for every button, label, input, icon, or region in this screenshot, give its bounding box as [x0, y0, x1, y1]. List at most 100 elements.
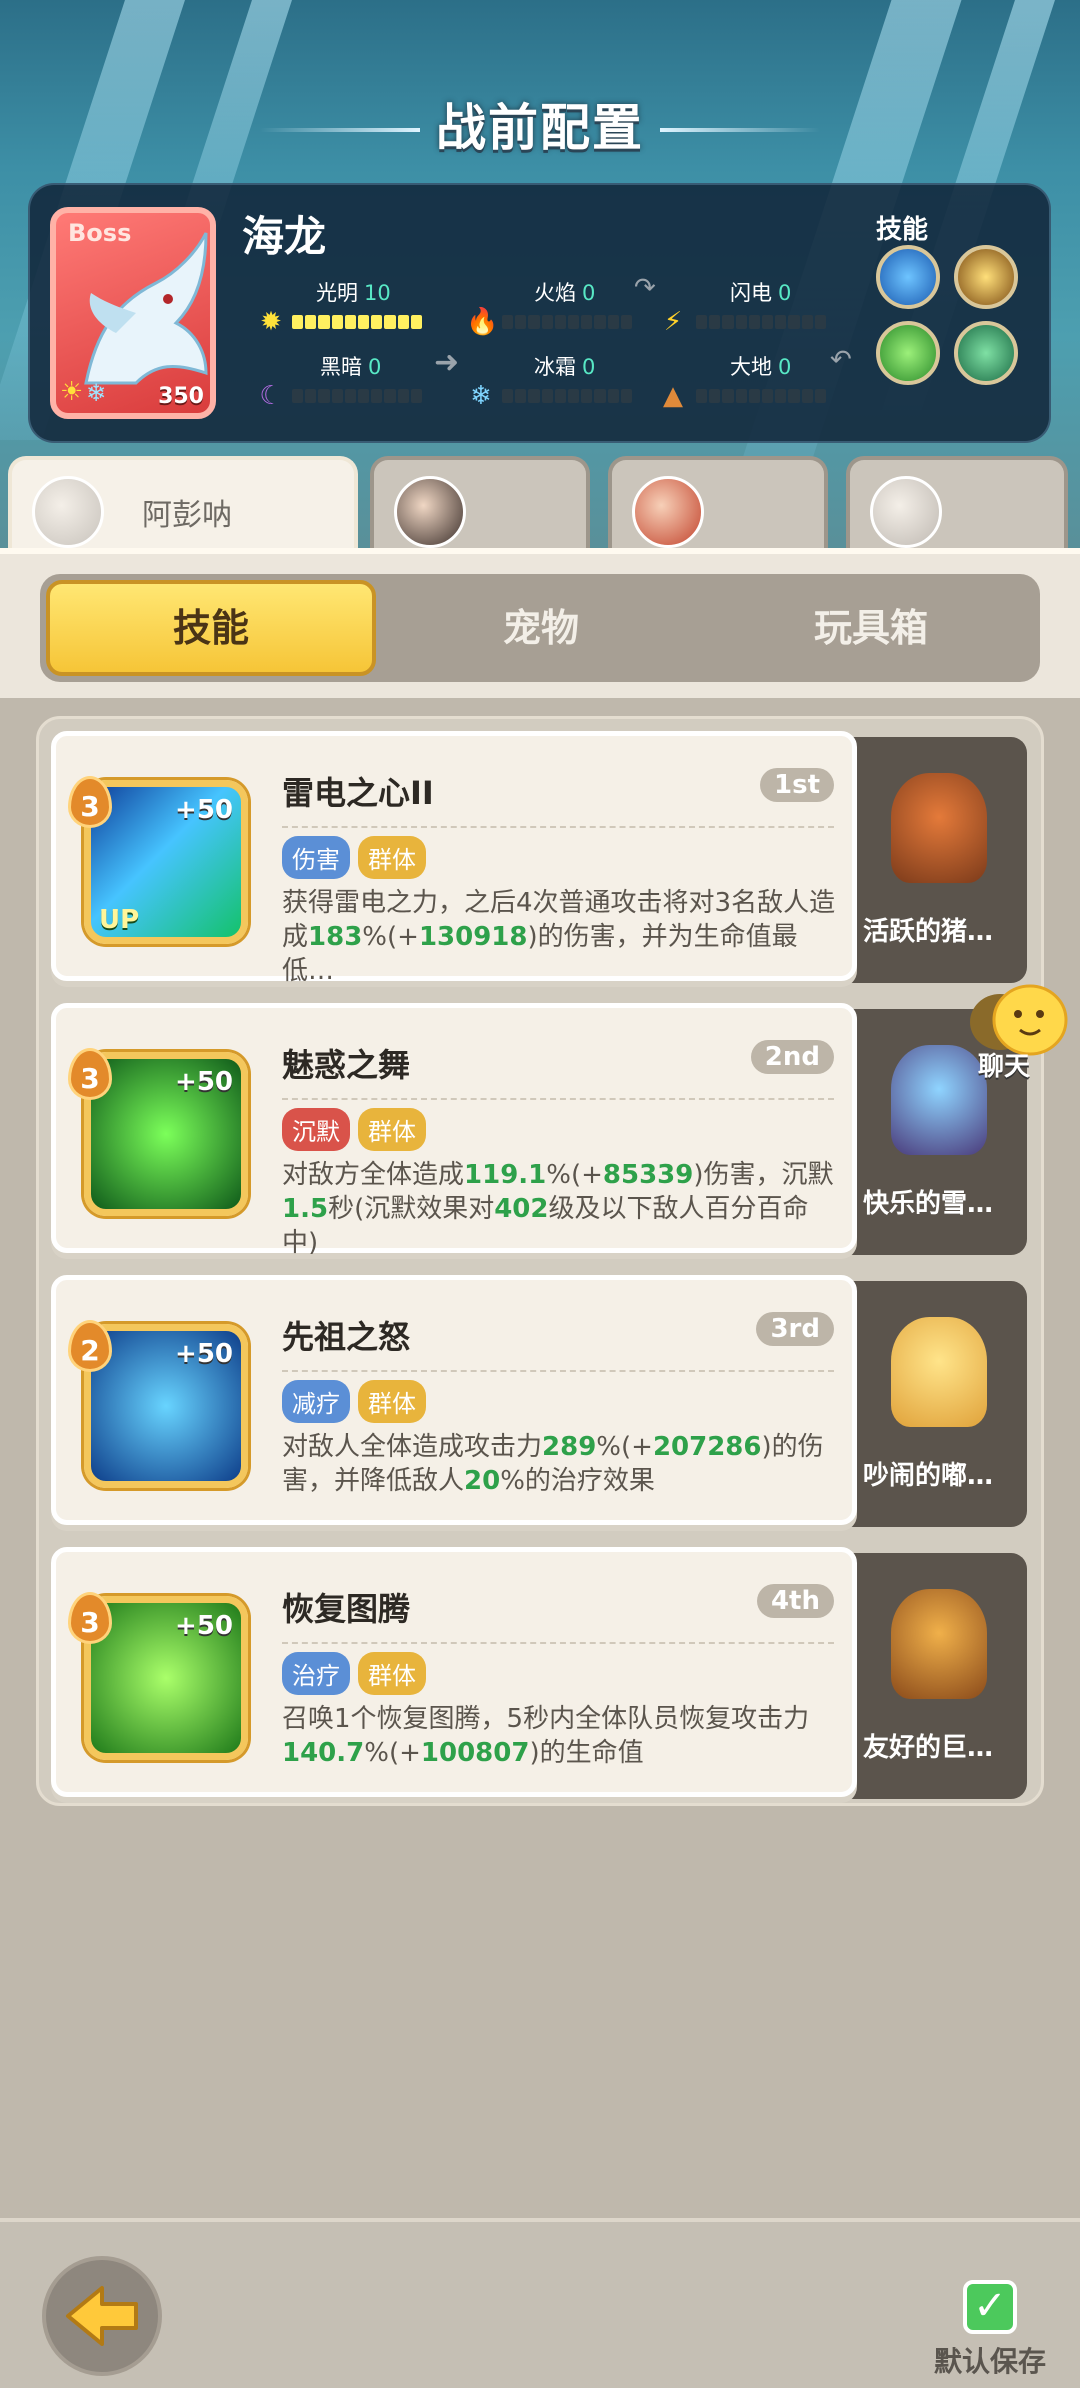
pet-boar-image [891, 773, 987, 883]
hero-tab-3[interactable] [608, 456, 828, 552]
pet-name: 活跃的猪… [863, 917, 994, 947]
chat-label: 聊天 [978, 1052, 1031, 1082]
divider [282, 826, 834, 828]
attr-earth: 大地 0 [730, 355, 792, 379]
tab-pets[interactable]: 宠物 [376, 580, 706, 676]
attr-frost: 冰霜 0 [534, 355, 596, 379]
skill-bonus: +50 [175, 795, 233, 825]
hero-avatar [632, 476, 704, 548]
tab-skills[interactable]: 技能 [46, 580, 376, 676]
skill-tag: 群体 [358, 836, 426, 879]
checkbox-checked-icon: ✓ [963, 2280, 1017, 2334]
skill-rank: 2nd [750, 1040, 834, 1074]
boss-skill-cloud-icon[interactable] [954, 321, 1018, 385]
default-save-toggle[interactable]: ✓ 默认保存 [934, 2280, 1046, 2380]
skill-tags: 治疗 群体 [282, 1652, 426, 1695]
default-save-label: 默认保存 [934, 2345, 1047, 2378]
skill-rank: 3rd [756, 1312, 834, 1346]
back-button[interactable] [42, 2256, 162, 2376]
boss-info-panel: Boss ☀ ❄ 350 海龙 光明 10 ✹ 火焰 0 🔥 闪电 0 ⚡ 黑暗 0 ☾… [28, 183, 1051, 443]
fire-progress-bar [500, 313, 634, 331]
bottom-bar: ✓ 默认保存 [0, 2218, 1080, 2388]
pet-name: 友好的巨… [863, 1733, 994, 1763]
dark-progress-bar [290, 387, 424, 405]
skill-description: 召唤1个恢复图腾，5秒内全体队员恢复攻击力140.7%(+100807)的生命值 [282, 1704, 810, 1768]
tab-toybox[interactable]: 玩具箱 [706, 580, 1036, 676]
attr-lightning: 闪电 0 [730, 281, 792, 305]
skill-title: 先祖之怒 [282, 1318, 411, 1356]
pet-slot[interactable]: 吵闹的嘟… [851, 1281, 1027, 1527]
light-progress-bar [290, 313, 424, 331]
pet-slot[interactable]: 活跃的猪… [851, 737, 1027, 983]
hero-tabs: 阿彭呐 [0, 456, 1080, 552]
boss-skill-heal-icon[interactable] [876, 321, 940, 385]
skill-tag: 群体 [358, 1652, 426, 1695]
hero-tab-4[interactable] [846, 456, 1068, 552]
skill-tag: 减疗 [282, 1380, 350, 1423]
skill-row[interactable]: 活跃的猪… +50 UP 3 雷电之心II 1st 伤害 群体 获得雷电之力，之… [51, 731, 1041, 983]
skill-rank: 4th [756, 1584, 834, 1618]
cycle-arrow-icon: ↷ [634, 273, 656, 303]
skill-tag: 群体 [358, 1380, 426, 1423]
hero-tab-2[interactable] [370, 456, 590, 552]
skill-row[interactable]: 友好的巨… +50 3 恢复图腾 4th 治疗 群体 召唤1个恢复图腾，5秒内全… [51, 1547, 1041, 1799]
skill-row[interactable]: 快乐的雪… +50 3 魅惑之舞 2nd 沉默 群体 对敌方全体造成119.1%… [51, 1003, 1041, 1255]
skill-row[interactable]: 吵闹的嘟… +50 2 先祖之怒 3rd 减疗 群体 对敌人全体造成攻击力289… [51, 1275, 1041, 1527]
skill-tags: 减疗 群体 [282, 1380, 426, 1423]
skill-tag: 治疗 [282, 1652, 350, 1695]
pet-name: 快乐的雪… [863, 1189, 994, 1219]
skill-card: +50 UP 3 雷电之心II 1st 伤害 群体 获得雷电之力，之后4次普通攻… [51, 731, 857, 982]
attr-fire: 火焰 0 [534, 281, 596, 305]
frost-progress-bar [500, 387, 634, 405]
skill-tag: 群体 [358, 1108, 426, 1151]
skill-tags: 沉默 群体 [282, 1108, 426, 1151]
cycle-arrow-icon: ↶ [830, 345, 852, 375]
skill-card: +50 3 恢复图腾 4th 治疗 群体 召唤1个恢复图腾，5秒内全体队员恢复攻… [51, 1547, 857, 1797]
skill-list: 活跃的猪… +50 UP 3 雷电之心II 1st 伤害 群体 获得雷电之力，之… [36, 716, 1044, 1806]
snowflake-icon: ❄ [86, 379, 107, 407]
skill-description: 对敌方全体造成119.1%(+85339)伤害，沉默1.5秒(沉默效果对402级… [282, 1160, 834, 1254]
boss-name: 海龙 [242, 212, 327, 261]
pet-name: 吵闹的嘟… [863, 1461, 994, 1491]
attr-dark: 黑暗 0 [320, 355, 382, 379]
tab-band: 技能 宠物 玩具箱 [0, 548, 1080, 698]
lightning-progress-bar [694, 313, 828, 331]
dark-element-icon: ☾ [259, 381, 283, 411]
divider [282, 1370, 834, 1372]
pet-giant-image [891, 1589, 987, 1699]
hero-tab-1[interactable]: 阿彭呐 [8, 456, 358, 552]
skill-title: 雷电之心II [282, 774, 434, 812]
frost-element-icon: ❄ [470, 381, 492, 411]
skill-bonus: +50 [175, 1611, 233, 1641]
attr-light: 光明 10 [316, 281, 391, 305]
skill-description: 对敌人全体造成攻击力289%(+207286)的伤害，并降低敌人20%的治疗效果 [282, 1432, 824, 1496]
skill-up-badge: UP [99, 905, 140, 935]
segment-control: 技能 宠物 玩具箱 [40, 574, 1040, 682]
skill-card: +50 2 先祖之怒 3rd 减疗 群体 对敌人全体造成攻击力289%(+207… [51, 1275, 857, 1525]
fire-element-icon: 🔥 [466, 307, 499, 337]
skill-tag: 沉默 [282, 1108, 350, 1151]
cycle-arrow-icon: ➜ [434, 345, 460, 380]
sun-icon: ☀ [60, 377, 84, 407]
hero-avatar [32, 476, 104, 548]
light-element-icon: ✹ [260, 307, 282, 337]
pet-bird-image [891, 1317, 987, 1427]
back-arrow-icon [66, 2286, 138, 2346]
skill-tags: 伤害 群体 [282, 836, 426, 879]
boss-portrait-card[interactable]: Boss ☀ ❄ 350 [50, 207, 216, 419]
boss-skill-star-icon[interactable] [876, 245, 940, 309]
chat-button[interactable]: 聊天 [960, 980, 1072, 1090]
lightning-element-icon: ⚡ [663, 307, 683, 337]
hero-avatar [394, 476, 466, 548]
skill-description: 获得雷电之力，之后4次普通攻击将对3名敌人造成183%(+130918)的伤害，… [282, 888, 836, 982]
boss-tag: Boss [68, 219, 132, 247]
skill-bonus: +50 [175, 1067, 233, 1097]
skill-bonus: +50 [175, 1339, 233, 1369]
earth-progress-bar [694, 387, 828, 405]
pet-slot[interactable]: 友好的巨… [851, 1553, 1027, 1799]
hero-avatar [870, 476, 942, 548]
boss-skill-claw-icon[interactable] [954, 245, 1018, 309]
earth-element-icon: ▲ [663, 381, 683, 411]
skill-tag: 伤害 [282, 836, 350, 879]
divider [282, 1098, 834, 1100]
